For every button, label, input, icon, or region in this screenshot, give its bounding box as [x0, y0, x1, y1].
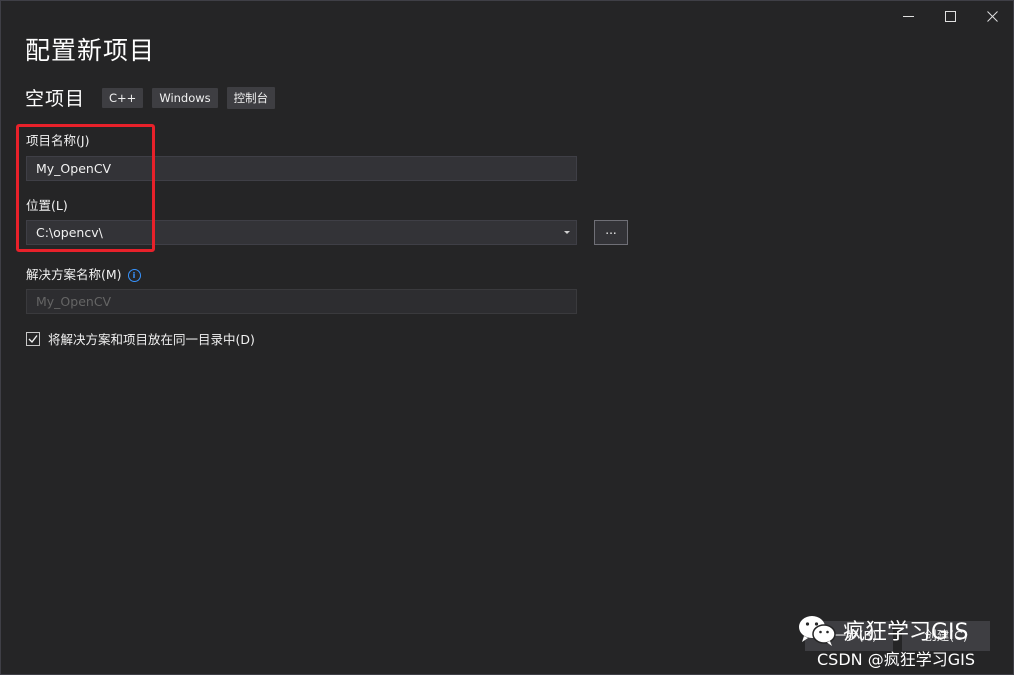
maximize-icon [944, 10, 956, 22]
minimize-button[interactable] [887, 1, 929, 31]
wechat-watermark: 疯狂学习GIS [797, 613, 969, 647]
window-controls [887, 1, 1013, 31]
checkmark-icon [28, 334, 38, 343]
solution-name-label: 解决方案名称(M) [26, 267, 122, 282]
csdn-watermark: CSDN @疯狂学习GIS [817, 650, 975, 669]
template-name: 空项目 [25, 88, 86, 110]
maximize-button[interactable] [929, 1, 971, 31]
solution-name-input[interactable]: My_OpenCV [26, 289, 577, 314]
template-header: 空项目 C++ Windows 控制台 [25, 84, 284, 111]
close-icon [986, 10, 998, 22]
info-icon[interactable]: i [127, 269, 141, 282]
configure-project-window: 配置新项目 空项目 C++ Windows 控制台 项目名称(J) My_Ope… [0, 0, 1014, 675]
tag-project-type: 控制台 [226, 86, 276, 109]
minimize-icon [902, 15, 914, 17]
same-directory-label: 将解决方案和项目放在同一目录中(D) [48, 332, 255, 347]
same-directory-option[interactable]: 将解决方案和项目放在同一目录中(D) [26, 329, 255, 348]
solution-name-label-row: 解决方案名称(M) i [26, 264, 141, 283]
browse-button[interactable]: ... [594, 220, 628, 245]
wechat-watermark-text: 疯狂学习GIS [843, 620, 969, 645]
dropdown-arrow-icon[interactable] [564, 231, 570, 234]
same-directory-checkbox[interactable] [26, 331, 40, 346]
annotation-highlight-box [16, 124, 155, 252]
tag-platform: Windows [152, 87, 218, 108]
close-button[interactable] [971, 1, 1013, 31]
wechat-logo-icon [799, 616, 836, 646]
tag-language: C++ [102, 87, 144, 108]
page-title: 配置新项目 [25, 36, 156, 65]
